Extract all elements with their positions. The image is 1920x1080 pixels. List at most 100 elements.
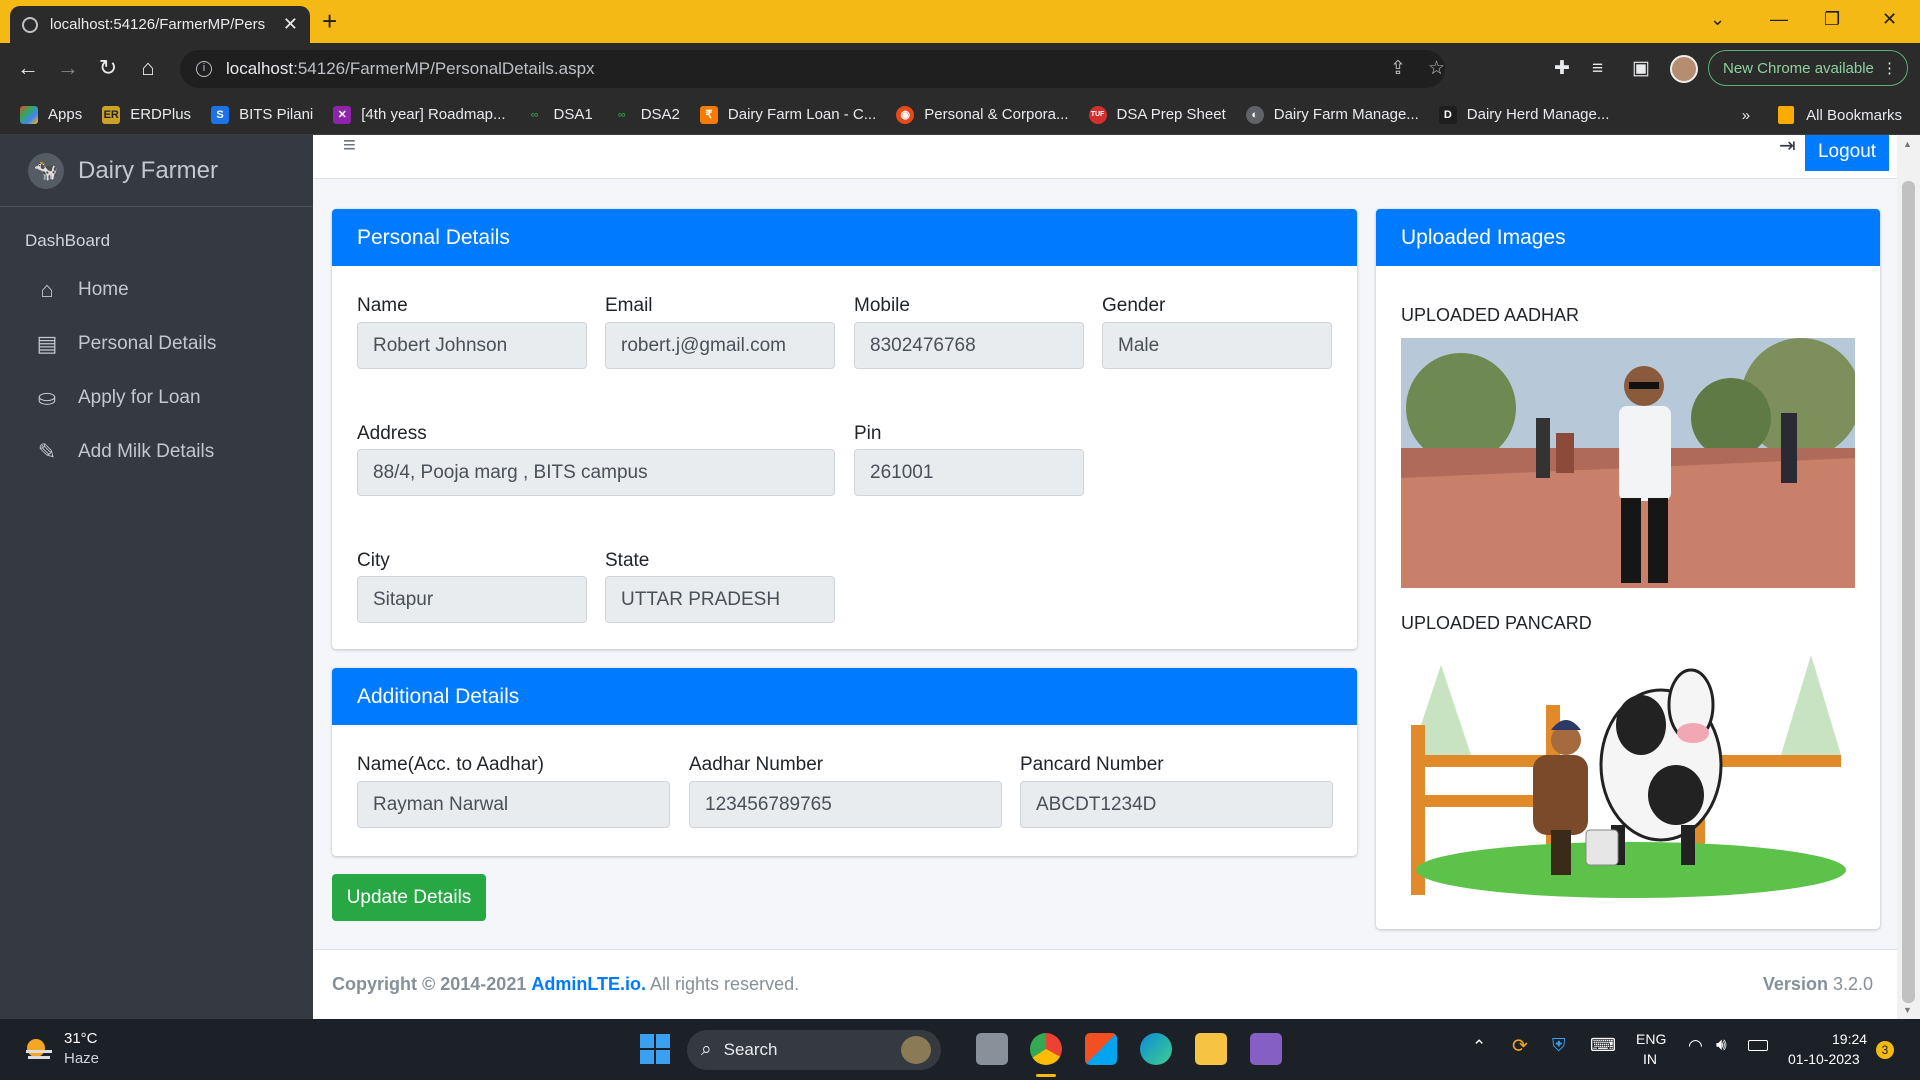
sidebar-item-add-milk[interactable]: ✎ Add Milk Details: [0, 425, 313, 479]
new-tab-button[interactable]: +: [322, 6, 337, 36]
media-icon[interactable]: ≡: [1592, 54, 1603, 84]
tab-search-icon[interactable]: ⌄: [1710, 6, 1725, 32]
adminlte-link[interactable]: AdminLTE.io.: [531, 974, 646, 994]
bookmark-apps[interactable]: Apps: [20, 105, 83, 124]
bookmark-bits[interactable]: S BITS Pilani: [211, 105, 313, 124]
store-icon[interactable]: [1085, 1033, 1117, 1065]
bookmark-label: Apps: [48, 106, 83, 123]
clock-time[interactable]: 19:24: [1832, 1031, 1867, 1047]
bookmark-dairy-loan[interactable]: ₹ Dairy Farm Loan - C...: [699, 105, 876, 124]
tuf-icon: TUF: [1088, 105, 1107, 124]
sidebar-item-personal-details[interactable]: ▤ Personal Details: [0, 317, 313, 371]
brand[interactable]: 🐄 Dairy Farmer: [0, 135, 313, 207]
share-icon[interactable]: ⇪: [1390, 50, 1406, 88]
more-menu-icon[interactable]: ⋮: [1882, 59, 1897, 77]
address-bar[interactable]: i localhost:54126/FarmerMP/PersonalDetai…: [180, 50, 1445, 88]
bookmarks-overflow-icon[interactable]: »: [1742, 107, 1750, 124]
scroll-up-icon[interactable]: ▲: [1903, 139, 1912, 149]
erdplus-icon: ER: [102, 105, 121, 124]
back-icon[interactable]: ←: [12, 53, 44, 83]
bookmark-erdplus[interactable]: ER ERDPlus: [102, 105, 191, 124]
bookmark-label: [4th year] Roadmap...: [361, 106, 506, 123]
bookmark-dsa1[interactable]: ∞ DSA1: [526, 106, 593, 124]
restore-button[interactable]: ❐: [1824, 6, 1840, 32]
sidebar: 🐄 Dairy Farmer DashBoard ⌂ Home ▤ Person…: [0, 135, 313, 1019]
name-field[interactable]: Robert Johnson: [357, 322, 587, 369]
taskbar-search[interactable]: ⌕ Search: [687, 1030, 941, 1070]
battery-icon[interactable]: [1748, 1040, 1768, 1051]
volume-icon[interactable]: 🔊︎: [1716, 1035, 1727, 1055]
sidebar-item-home[interactable]: ⌂ Home: [0, 263, 313, 317]
all-bookmarks[interactable]: All Bookmarks: [1806, 107, 1902, 124]
file-explorer-icon[interactable]: [1195, 1033, 1227, 1065]
mobile-field[interactable]: 8302476768: [854, 322, 1084, 369]
bookmark-label: Dairy Farm Manage...: [1273, 106, 1419, 123]
wifi-icon[interactable]: ◠: [1688, 1036, 1703, 1056]
scrollbar-thumb[interactable]: [1902, 181, 1915, 1003]
tray-chevron-icon[interactable]: ⌃: [1472, 1037, 1486, 1057]
language-region[interactable]: IN: [1643, 1051, 1657, 1067]
extensions-icon[interactable]: ✚: [1554, 54, 1570, 84]
pin-field[interactable]: 261001: [854, 449, 1084, 496]
language-code[interactable]: ENG: [1636, 1031, 1666, 1047]
keyboard-icon[interactable]: ⌨: [1590, 1035, 1616, 1056]
new-chrome-label: New Chrome available: [1723, 59, 1874, 77]
version-label: Version: [1762, 974, 1828, 994]
aadhar-number-label: Aadhar Number: [689, 754, 824, 775]
state-field[interactable]: UTTAR PRADESH: [605, 576, 835, 623]
search-highlight-icon: [901, 1036, 931, 1064]
minimize-button[interactable]: —: [1770, 6, 1788, 32]
aadhar-name-field[interactable]: Rayman Narwal: [357, 781, 670, 828]
tab-strip: localhost:54126/FarmerMP/Pers ✕ + ⌄ — ❐ …: [0, 0, 1920, 43]
aadhar-name-label: Name(Acc. to Aadhar): [357, 754, 544, 775]
bookmark-label: DSA Prep Sheet: [1116, 106, 1226, 123]
search-label: Search: [723, 1040, 778, 1059]
scroll-down-icon[interactable]: ▼: [1903, 1005, 1912, 1015]
bookmark-personal-corporate[interactable]: ◉ Personal & Corpora...: [896, 105, 1069, 124]
edge-icon[interactable]: [1140, 1033, 1172, 1065]
gender-field[interactable]: Male: [1102, 322, 1332, 369]
bookmark-roadmap[interactable]: ✕ [4th year] Roadmap...: [333, 105, 506, 124]
globe-icon: [22, 16, 38, 33]
card-title: Personal Details: [332, 209, 1357, 266]
bookmark-star-icon[interactable]: ☆: [1428, 50, 1445, 88]
aadhar-number-field[interactable]: 123456789765: [689, 781, 1002, 828]
forward-icon[interactable]: →: [52, 53, 84, 83]
side-panel-icon[interactable]: ▣: [1632, 54, 1650, 84]
new-chrome-available-button[interactable]: New Chrome available ⋮: [1708, 50, 1908, 86]
page-scrollbar[interactable]: ▲ ▼: [1897, 135, 1920, 1019]
hamburger-menu-icon[interactable]: ≡: [343, 135, 356, 156]
profile-avatar[interactable]: [1670, 55, 1698, 83]
address-field[interactable]: 88/4, Pooja marg , BITS campus: [357, 449, 835, 496]
site-info-icon[interactable]: i: [196, 61, 212, 77]
home-browser-icon[interactable]: ⌂: [132, 53, 164, 83]
reload-icon[interactable]: ↻: [92, 53, 124, 83]
close-tab-icon[interactable]: ✕: [283, 14, 298, 35]
bookmark-label: DSA2: [640, 106, 680, 123]
bookmark-dairy-manage[interactable]: ◐ Dairy Farm Manage...: [1245, 105, 1419, 124]
sync-icon[interactable]: ⟳: [1512, 1035, 1528, 1058]
visual-studio-icon[interactable]: [1250, 1033, 1282, 1065]
hand-money-icon: ⛀: [37, 385, 57, 410]
windows-start-icon[interactable]: [640, 1034, 670, 1064]
email-field[interactable]: robert.j@gmail.com: [605, 322, 835, 369]
pancard-number-field[interactable]: ABCDT1234D: [1020, 781, 1333, 828]
clock-date[interactable]: 01-10-2023: [1788, 1051, 1860, 1067]
bookmark-label: DSA1: [553, 106, 593, 123]
logout-button[interactable]: Logout: [1805, 135, 1889, 171]
notification-badge[interactable]: 3: [1876, 1041, 1894, 1059]
update-details-button[interactable]: Update Details: [332, 874, 486, 921]
close-window-button[interactable]: ✕: [1882, 6, 1897, 32]
sidebar-item-apply-loan[interactable]: ⛀ Apply for Loan: [0, 371, 313, 425]
bookmark-dsa-prep[interactable]: TUF DSA Prep Sheet: [1088, 105, 1226, 124]
task-view-icon[interactable]: [976, 1033, 1008, 1065]
bookmark-dairy-herd[interactable]: D Dairy Herd Manage...: [1438, 105, 1609, 124]
url-path: :54126/FarmerMP/PersonalDetails.aspx: [293, 59, 595, 78]
weather-icon[interactable]: [22, 1034, 56, 1062]
city-field[interactable]: Sitapur: [357, 576, 587, 623]
browser-tab[interactable]: localhost:54126/FarmerMP/Pers ✕: [10, 6, 310, 43]
security-shield-icon[interactable]: ⛨: [1552, 1035, 1566, 1056]
globe-icon: ◐: [1245, 105, 1264, 124]
bookmark-dsa2[interactable]: ∞ DSA2: [613, 106, 680, 124]
chrome-icon[interactable]: [1030, 1033, 1062, 1065]
